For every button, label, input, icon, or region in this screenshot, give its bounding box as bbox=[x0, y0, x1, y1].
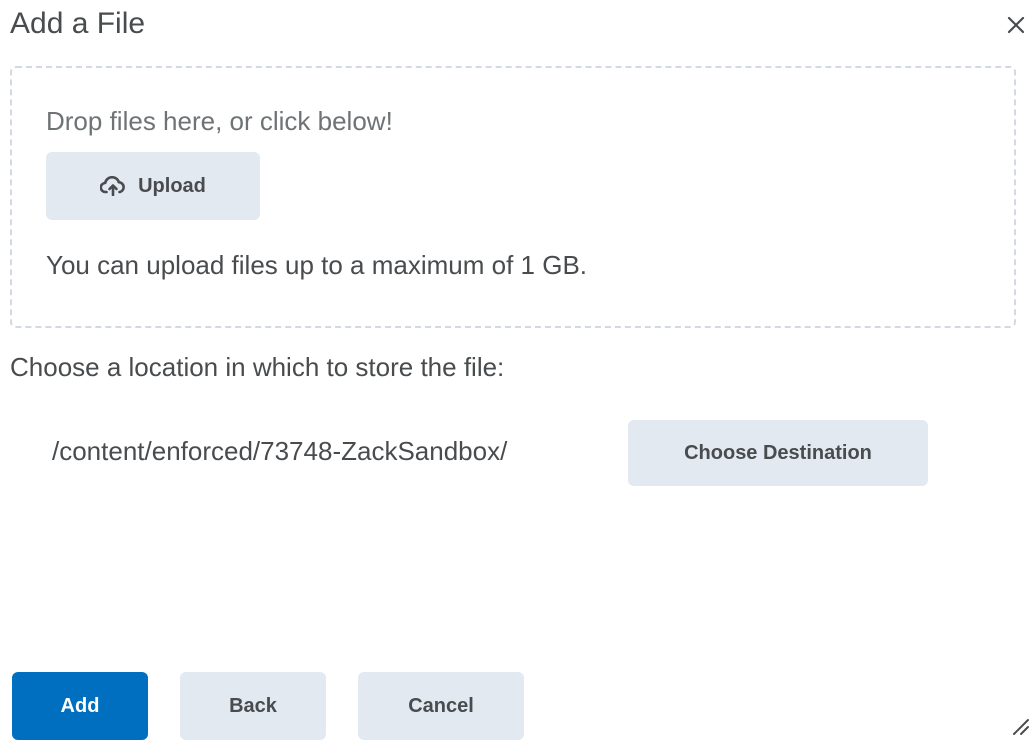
upload-button[interactable]: Upload bbox=[46, 152, 260, 220]
dialog-title: Add a File bbox=[10, 7, 146, 40]
cloud-upload-icon bbox=[100, 176, 126, 196]
cancel-button[interactable]: Cancel bbox=[358, 672, 524, 740]
resize-handle-icon[interactable] bbox=[1008, 714, 1030, 736]
location-path: /content/enforced/73748-ZackSandbox/ bbox=[52, 436, 508, 466]
add-button[interactable]: Add bbox=[12, 672, 148, 740]
close-icon bbox=[1007, 16, 1025, 34]
back-button[interactable]: Back bbox=[180, 672, 326, 740]
max-size-note: You can upload files up to a maximum of … bbox=[46, 250, 588, 280]
file-dropzone[interactable]: Drop files here, or click below! Upload … bbox=[10, 66, 1016, 328]
choose-destination-button[interactable]: Choose Destination bbox=[628, 420, 928, 486]
drop-hint: Drop files here, or click below! bbox=[46, 106, 393, 136]
close-button[interactable] bbox=[1000, 8, 1032, 42]
location-label: Choose a location in which to store the … bbox=[10, 352, 505, 382]
upload-button-label: Upload bbox=[138, 174, 206, 197]
